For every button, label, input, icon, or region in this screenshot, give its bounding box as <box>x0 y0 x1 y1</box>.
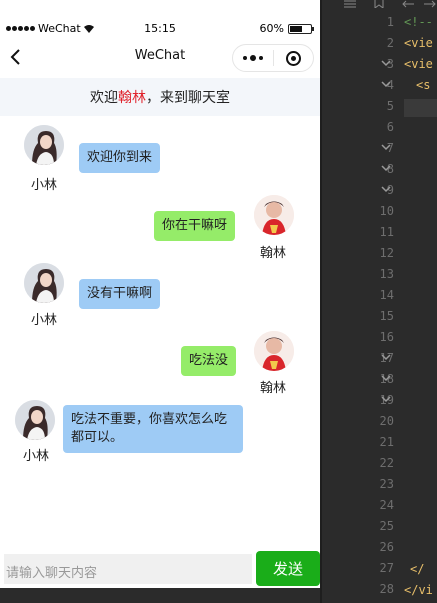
line-number: 26 <box>379 540 394 554</box>
welcome-prefix: 欢迎 <box>90 90 118 106</box>
line-number: 15 <box>379 309 394 323</box>
line-number: 25 <box>379 519 394 533</box>
more-dots-icon[interactable] <box>233 45 273 71</box>
current-line-highlight <box>404 99 437 117</box>
code-line: </vi <box>404 583 433 597</box>
fold-arrow-icon[interactable] <box>380 78 392 90</box>
chat-bubble: 吃法不重要，你喜欢怎么吃都可以。 <box>63 405 243 453</box>
code-line: <vie <box>404 36 433 50</box>
battery-percent: 60% <box>259 22 284 35</box>
fold-arrow-icon[interactable] <box>380 183 392 195</box>
line-number: 11 <box>379 225 394 239</box>
devtools-window: WeChat 15:15 60% WeChat 欢迎 翰林 ，来到聊天室 小林 … <box>0 0 437 603</box>
fold-arrow-icon[interactable] <box>380 393 392 405</box>
welcome-name: 翰林 <box>118 90 146 106</box>
line-number: 10 <box>379 204 394 218</box>
username: 小林 <box>30 178 57 193</box>
line-number: 2 <box>386 36 394 50</box>
line-number: 5 <box>386 99 394 113</box>
fold-arrow-icon[interactable] <box>380 141 392 153</box>
line-number: 20 <box>379 414 394 428</box>
line-number: 13 <box>379 267 394 281</box>
phone-simulator: WeChat 15:15 60% WeChat 欢迎 翰林 ，来到聊天室 小林 … <box>0 0 322 603</box>
editor-toolbar <box>322 0 437 14</box>
girl-avatar-icon <box>15 400 55 440</box>
username: 小林 <box>22 449 49 464</box>
welcome-suffix: ，来到聊天室 <box>146 90 230 106</box>
code-line: <!-- <box>404 15 433 29</box>
line-number: 1 <box>386 15 394 29</box>
chat-bubble: 没有干嘛啊 <box>79 279 161 309</box>
nav-bar: WeChat <box>0 40 320 74</box>
fold-arrow-icon[interactable] <box>380 351 392 363</box>
welcome-banner: 欢迎 翰林 ，来到聊天室 <box>0 78 320 116</box>
line-number: 23 <box>379 477 394 491</box>
avatar <box>24 125 64 165</box>
avatar <box>254 195 294 235</box>
boy-avatar-icon <box>254 195 294 235</box>
chat-bubble: 欢迎你到来 <box>79 143 161 173</box>
forward-arrow-icon[interactable] <box>424 0 436 8</box>
line-number: 16 <box>379 330 394 344</box>
bookmark-icon[interactable] <box>374 0 384 8</box>
input-bar: 请输入聊天内容 发送 <box>0 548 320 588</box>
boy-avatar-icon <box>254 331 294 371</box>
status-bar: WeChat 15:15 60% <box>0 18 320 40</box>
menu-capsule <box>232 44 314 72</box>
code-line: <vie <box>404 57 433 71</box>
avatar <box>15 400 55 440</box>
close-circle-icon[interactable] <box>273 45 313 71</box>
chat-bubble: 吃法没 <box>181 346 237 376</box>
line-number: 14 <box>379 288 394 302</box>
avatar <box>24 263 64 303</box>
code-line: <s <box>416 78 431 92</box>
line-number: 24 <box>379 498 394 512</box>
fold-arrow-icon[interactable] <box>380 162 392 174</box>
chat-area[interactable]: 小林 欢迎你到来 翰林 你在干嘛呀 小林 没有干嘛啊 翰林 吃法没 小林 吃法不… <box>0 116 320 548</box>
code-editor[interactable]: 1 2 3 4 5 6 7 8 9 10 11 12 13 14 15 16 17 18 19 20 21 22 23 24 2… <box>322 0 437 603</box>
line-number: 12 <box>379 246 394 260</box>
battery-icon <box>288 23 314 34</box>
send-button[interactable]: 发送 <box>256 551 320 586</box>
fold-arrow-icon[interactable] <box>380 372 392 384</box>
line-number: 21 <box>379 435 394 449</box>
username: 小林 <box>30 313 57 328</box>
username: 翰林 <box>259 246 286 261</box>
girl-avatar-icon <box>24 125 64 165</box>
username: 翰林 <box>259 381 286 396</box>
line-number: 22 <box>379 456 394 470</box>
code-line: </ <box>410 562 425 576</box>
chat-input[interactable]: 请输入聊天内容 <box>4 554 252 584</box>
back-arrow-icon[interactable] <box>402 0 414 8</box>
avatar <box>254 331 294 371</box>
battery-status: 60% <box>259 22 314 35</box>
line-number: 27 <box>379 561 394 575</box>
fold-arrow-icon[interactable] <box>380 57 392 69</box>
line-number: 6 <box>386 120 394 134</box>
simulator-bottom-edge <box>0 588 320 603</box>
girl-avatar-icon <box>24 263 64 303</box>
list-icon[interactable] <box>344 0 356 8</box>
chat-bubble: 你在干嘛呀 <box>154 211 236 241</box>
line-number: 28 <box>379 582 394 596</box>
